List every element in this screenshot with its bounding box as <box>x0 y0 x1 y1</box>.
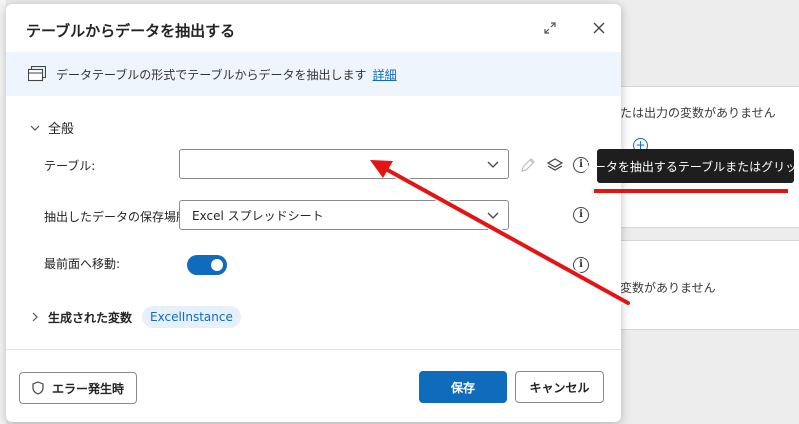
info-tooltip: データを抽出するテーブルまたはグリッド <box>582 149 799 183</box>
on-error-button[interactable]: エラー発生時 <box>19 372 137 404</box>
section-general-label: 全般 <box>48 122 75 137</box>
shield-icon <box>32 381 44 395</box>
expand-button[interactable] <box>540 18 560 38</box>
generated-variables-label: 生成された変数 <box>48 310 133 325</box>
storage-location-value: Excel スプレッドシート <box>192 208 324 223</box>
bring-to-front-label: 最前面へ移動: <box>44 257 121 271</box>
bring-to-front-toggle[interactable] <box>187 255 227 275</box>
storage-location-label: 抽出したデータの保存場所: <box>44 210 193 224</box>
section-general-header[interactable]: 全般 <box>28 118 74 137</box>
info-bar: データテーブルの形式でテーブルからデータを抽出します 詳細 <box>6 52 621 96</box>
close-icon <box>593 22 605 34</box>
info-icon[interactable]: i <box>573 257 589 273</box>
background-panel-text: たは出力の変数がありません <box>620 106 776 120</box>
close-button[interactable] <box>589 18 609 38</box>
chevron-down-icon <box>28 125 42 131</box>
variable-badge[interactable]: ExcelInstance <box>142 306 241 328</box>
info-icon[interactable]: i <box>573 207 589 223</box>
chevron-down-icon <box>487 161 499 168</box>
chevron-down-icon <box>487 212 499 219</box>
expand-icon <box>544 22 556 34</box>
background-panel-text: 変数がありません <box>620 281 716 295</box>
save-button[interactable]: 保存 <box>419 371 507 403</box>
table-dropdown[interactable] <box>179 149 509 179</box>
layers-icon[interactable] <box>546 156 564 174</box>
cancel-button[interactable]: キャンセル <box>515 371 604 403</box>
footer-divider <box>6 349 621 350</box>
dialog-title: テーブルからデータを抽出する <box>26 22 236 40</box>
storage-location-dropdown[interactable]: Excel スプレッドシート <box>179 200 509 230</box>
extract-data-dialog: テーブルからデータを抽出する データテーブルの形式でテーブルからデータを抽出しま… <box>6 4 621 422</box>
learn-more-link[interactable]: 詳細 <box>373 66 397 83</box>
table-icon <box>28 66 46 82</box>
info-text: データテーブルの形式でテーブルからデータを抽出します <box>56 67 367 82</box>
chevron-right-icon <box>28 312 42 322</box>
on-error-label: エラー発生時 <box>51 381 124 396</box>
generated-variables-row[interactable]: 生成された変数 ExcelInstance <box>28 306 241 328</box>
pencil-icon <box>519 156 537 174</box>
toggle-knob <box>211 259 223 271</box>
table-label: テーブル: <box>44 159 96 173</box>
